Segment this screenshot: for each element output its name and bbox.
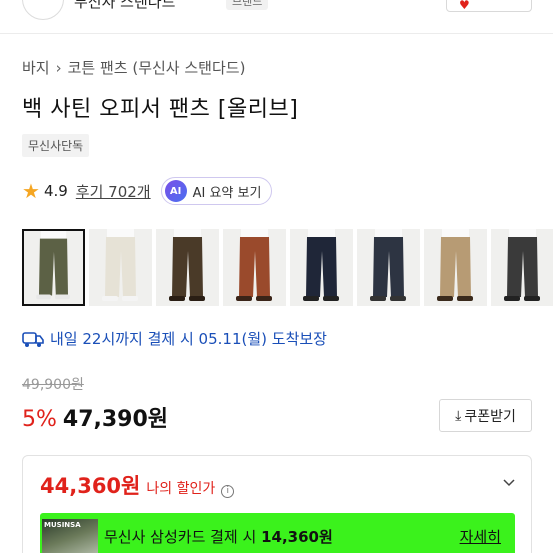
thumbnail-strip (22, 229, 553, 307)
thumbnail-navy[interactable] (290, 229, 353, 306)
breadcrumb: 바지 › 코튼 팬츠 (무신사 스탠다드) (22, 57, 245, 78)
store-header: 무신사 스탠다드 브랜드 ♥ (0, 0, 553, 34)
info-icon[interactable]: i (221, 484, 235, 498)
store-name[interactable]: 무신사 스탠다드 (74, 0, 175, 12)
my-price-value: 44,360원 (40, 474, 141, 498)
star-icon: ★ (22, 179, 40, 203)
card-promo-thumbnail: MUSINSA (42, 519, 98, 553)
download-icon: ⤓ (455, 407, 462, 424)
card-promo-price: 14,360원 (261, 528, 333, 546)
store-badge: 브랜드 (226, 0, 269, 10)
breadcrumb-category[interactable]: 바지 (22, 59, 50, 77)
thumbnail-brown[interactable] (156, 229, 219, 306)
ai-summary-button[interactable]: AI AI 요약 보기 (160, 177, 273, 205)
card-promo-prefix: 무신사 삼성카드 결제 시 (104, 528, 257, 546)
thumbnail-charcoal[interactable] (491, 229, 553, 306)
chevron-right-icon: › (55, 59, 62, 77)
card-detail-link[interactable]: 자세히 (460, 526, 501, 547)
thumbnail-ivory[interactable] (89, 229, 152, 306)
breadcrumb-subcategory[interactable]: 코튼 팬츠 (무신사 스탠다드) (68, 59, 246, 77)
my-price-row[interactable]: 44,360원 나의 할인가 i (40, 470, 235, 500)
discount-rate: 5% (22, 407, 57, 432)
sale-price: 47,390원 (62, 407, 169, 432)
coupon-button[interactable]: ⤓ 쿠폰받기 (439, 399, 532, 432)
thumbnail-olive[interactable] (22, 229, 85, 306)
card-thumb-text: MUSINSA (44, 521, 81, 529)
coupon-button-label: 쿠폰받기 (464, 408, 516, 425)
like-button[interactable]: ♥ (446, 0, 532, 12)
card-promo-text: 무신사 삼성카드 결제 시 14,360원 (104, 526, 333, 547)
truck-icon (22, 331, 44, 347)
chevron-down-icon[interactable] (503, 476, 515, 488)
store-logo[interactable] (22, 0, 64, 20)
rating-row: ★ 4.9 후기 702개 AI AI 요약 보기 (22, 177, 273, 205)
delivery-text: 내일 22시까지 결제 시 05.11(월) 도착보장 (50, 330, 327, 348)
rating-score: 4.9 (43, 182, 68, 200)
product-title: 백 사틴 오피서 팬츠 [올리브] (22, 97, 299, 122)
card-promo-banner[interactable]: MUSINSA 무신사 삼성카드 결제 시 14,360원 자세히 (40, 513, 515, 553)
price-row: 5% 47,390원 (22, 401, 168, 433)
original-price: 49,900원 (22, 377, 84, 393)
my-price-label: 나의 할인가 (146, 481, 216, 497)
exclusive-badge: 무신사단독 (22, 134, 90, 157)
ai-icon: AI (164, 180, 187, 202)
ai-summary-label: AI 요약 보기 (192, 185, 262, 201)
reviews-link[interactable]: 후기 702개 (76, 181, 151, 202)
thumbnail-beige[interactable] (424, 229, 487, 306)
thumbnail-rust[interactable] (223, 229, 286, 306)
thumbnail-charcoal-navy[interactable] (357, 229, 420, 306)
delivery-info[interactable]: 내일 22시까지 결제 시 05.11(월) 도착보장 (22, 328, 327, 349)
promo-box: 44,360원 나의 할인가 i MUSINSA 무신사 삼성카드 결제 시 1… (22, 455, 532, 553)
heart-icon: ♥ (459, 0, 470, 12)
